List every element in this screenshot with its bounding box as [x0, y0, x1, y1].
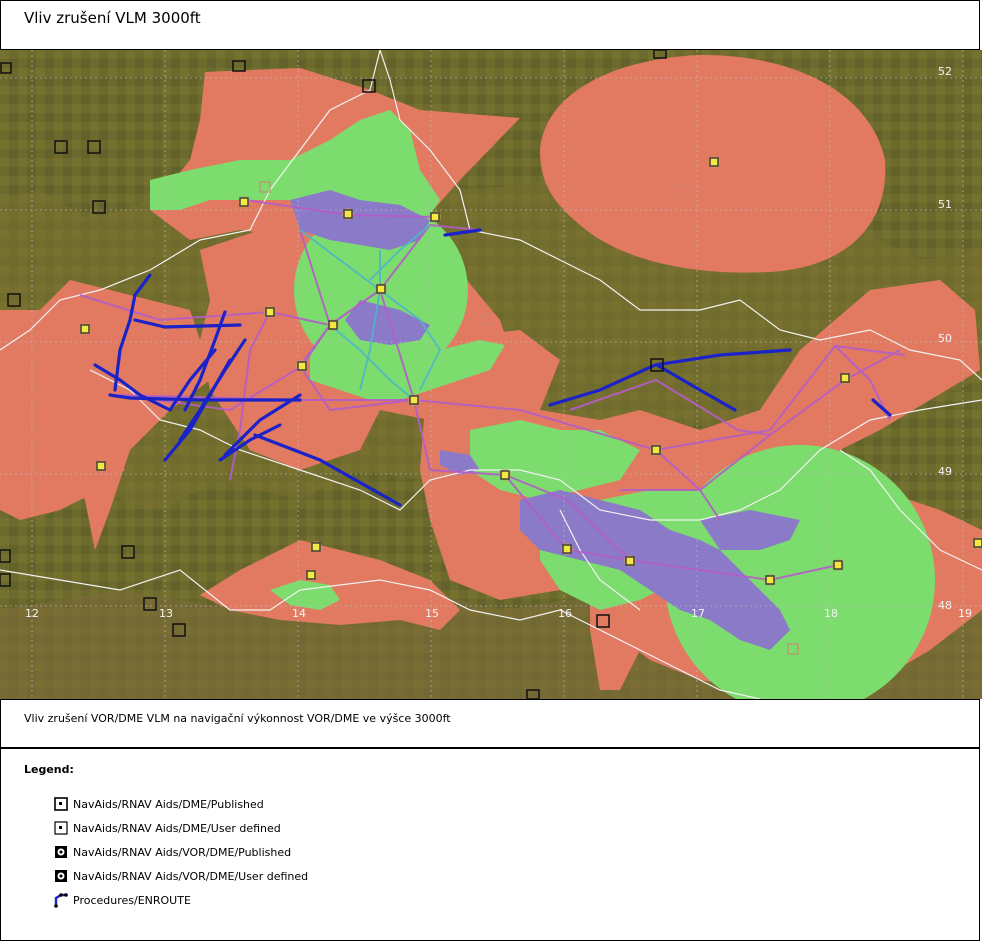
lat-label-49: 49 — [938, 465, 952, 478]
lon-label-18: 18 — [824, 607, 838, 620]
vor-dme-marker[interactable] — [708, 156, 720, 168]
lat-label-48: 48 — [938, 599, 952, 612]
vor-dme-marker[interactable] — [650, 444, 662, 456]
vor-dme-marker[interactable] — [238, 196, 250, 208]
lon-label-12: 12 — [25, 607, 39, 620]
legend-panel: Legend: NavAids/RNAV Aids/DME/Published … — [0, 748, 980, 941]
legend-label: NavAids/RNAV Aids/DME/User defined — [73, 821, 281, 835]
lon-label-16: 16 — [558, 607, 572, 620]
lat-label-51: 51 — [938, 198, 952, 211]
page-title: Vliv zrušení VLM 3000ft — [24, 9, 201, 27]
legend-label: NavAids/RNAV Aids/VOR/DME/User defined — [73, 869, 309, 883]
vor-dme-marker[interactable] — [310, 541, 322, 553]
vor-dme-marker[interactable] — [375, 283, 387, 295]
vor-dme-marker[interactable] — [972, 537, 982, 549]
vor-dme-marker[interactable] — [296, 360, 308, 372]
vor-dme-marker[interactable] — [561, 543, 573, 555]
legend-heading: Legend: — [24, 763, 74, 776]
lon-label-17: 17 — [691, 607, 705, 620]
lat-label-52: 52 — [938, 65, 952, 78]
vor-dme-marker[interactable] — [764, 574, 776, 586]
lon-label-19: 19 — [958, 607, 972, 620]
vor-dme-marker[interactable] — [305, 569, 317, 581]
title-bar: Vliv zrušení VLM 3000ft — [0, 0, 980, 50]
vor-dme-user-defined-icon — [55, 870, 67, 882]
dme-published-icon — [54, 797, 68, 811]
vor-dme-marker[interactable] — [408, 394, 420, 406]
coverage-map[interactable]: 12 13 14 15 16 17 18 19 52 51 50 49 48 — [0, 50, 982, 699]
vor-dme-marker[interactable] — [79, 323, 91, 335]
legend-item-dme-published: NavAids/RNAV Aids/DME/Published — [53, 795, 264, 813]
dme-user-defined-icon — [54, 821, 68, 835]
vor-dme-marker[interactable] — [429, 211, 441, 223]
vor-dme-published-icon — [55, 846, 67, 858]
caption-bar: Vliv zrušení VOR/DME VLM na navigační vý… — [0, 699, 980, 748]
vor-dme-marker[interactable] — [327, 319, 339, 331]
vor-dme-marker[interactable] — [499, 469, 511, 481]
vor-dme-marker[interactable] — [342, 208, 354, 220]
legend-item-enroute: Procedures/ENROUTE — [53, 891, 191, 909]
vor-dme-marker[interactable] — [839, 372, 851, 384]
lon-label-13: 13 — [159, 607, 173, 620]
legend-label: NavAids/RNAV Aids/VOR/DME/Published — [73, 845, 292, 859]
vor-dme-marker[interactable] — [264, 306, 276, 318]
legend-label: Procedures/ENROUTE — [73, 893, 191, 907]
lon-label-15: 15 — [425, 607, 439, 620]
lon-label-14: 14 — [292, 607, 306, 620]
legend-item-dme-user-defined: NavAids/RNAV Aids/DME/User defined — [53, 819, 281, 837]
map-canvas[interactable]: 12 13 14 15 16 17 18 19 52 51 50 49 48 — [0, 50, 982, 699]
enroute-procedure-icon — [54, 893, 68, 908]
legend-item-vor-dme-user-defined: NavAids/RNAV Aids/VOR/DME/User defined — [53, 867, 308, 885]
lat-label-50: 50 — [938, 332, 952, 345]
vor-dme-marker[interactable] — [624, 555, 636, 567]
vor-dme-marker[interactable] — [832, 559, 844, 571]
legend-label: NavAids/RNAV Aids/DME/Published — [73, 797, 264, 811]
legend-item-vor-dme-published: NavAids/RNAV Aids/VOR/DME/Published — [53, 843, 291, 861]
map-caption: Vliv zrušení VOR/DME VLM na navigační vý… — [24, 712, 451, 725]
vor-dme-marker[interactable] — [95, 460, 107, 472]
